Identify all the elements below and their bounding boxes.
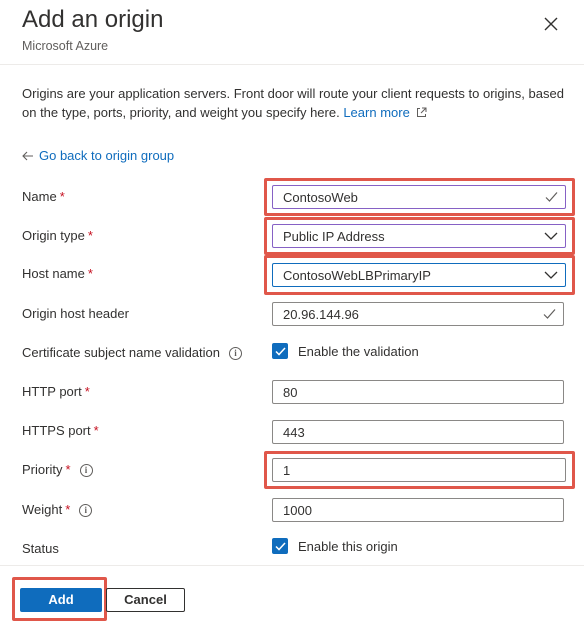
cancel-button[interactable]: Cancel (106, 588, 185, 612)
checkbox-checked-icon[interactable] (272, 343, 288, 359)
required-marker: * (84, 384, 90, 399)
checkmark-icon (545, 192, 558, 202)
info-icon[interactable]: i (229, 346, 242, 360)
learn-more-link[interactable]: Learn more (343, 105, 427, 120)
cert-validation-checkbox[interactable]: Enable the validation (272, 343, 419, 359)
required-marker: * (87, 266, 93, 281)
header-divider (0, 64, 584, 65)
required-marker: * (59, 189, 65, 204)
status-checkbox[interactable]: Enable this origin (272, 538, 398, 554)
host-name-dropdown[interactable]: ContosoWebLBPrimaryIP (272, 263, 566, 287)
status-label: Status (22, 541, 59, 556)
cert-validation-label: Certificate subject name validation i (22, 343, 242, 363)
footer-divider (0, 565, 584, 566)
origin-type-dropdown[interactable]: Public IP Address (272, 224, 566, 248)
priority-input[interactable]: 1 (272, 458, 566, 482)
panel-subtitle: Microsoft Azure (22, 39, 109, 53)
checkbox-checked-icon[interactable] (272, 538, 288, 554)
description: Origins are your application servers. Fr… (22, 84, 570, 122)
http-port-input[interactable]: 80 (272, 380, 564, 404)
add-button[interactable]: Add (20, 588, 102, 612)
chevron-down-icon (544, 271, 558, 279)
required-marker: * (87, 228, 93, 243)
back-to-origin-group-link[interactable]: Go back to origin group (22, 148, 174, 163)
weight-label: Weight * i (22, 500, 93, 520)
external-link-icon (417, 107, 427, 117)
http-port-label: HTTP port * (22, 382, 90, 402)
info-icon[interactable]: i (79, 463, 93, 477)
origin-host-header-input[interactable]: 20.96.144.96 (272, 302, 564, 326)
arrow-left-icon (22, 151, 33, 160)
chevron-down-icon (544, 232, 558, 240)
required-marker: * (65, 502, 71, 517)
info-icon[interactable]: i (79, 503, 93, 517)
https-port-label: HTTPS port * (22, 421, 99, 441)
priority-label: Priority * i (22, 460, 93, 480)
close-icon[interactable] (540, 13, 562, 35)
origin-host-header-label: Origin host header (22, 306, 129, 321)
name-input[interactable]: ContosoWeb (272, 185, 566, 209)
weight-input[interactable]: 1000 (272, 498, 564, 522)
description-text: Origins are your application servers. Fr… (22, 86, 564, 120)
required-marker: * (65, 462, 71, 477)
name-label: Name * (22, 187, 65, 207)
panel-title: Add an origin (22, 6, 164, 33)
https-port-input[interactable]: 443 (272, 420, 564, 444)
host-name-label: Host name * (22, 264, 93, 284)
checkmark-icon (543, 309, 556, 319)
origin-type-label: Origin type * (22, 226, 93, 246)
required-marker: * (93, 423, 99, 438)
